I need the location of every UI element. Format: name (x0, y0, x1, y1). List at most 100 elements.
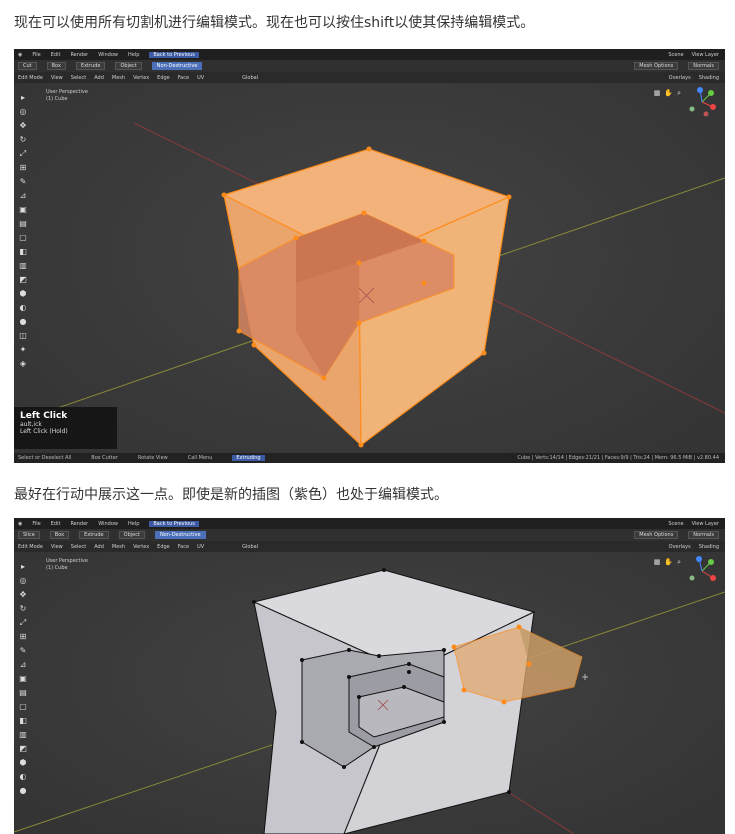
mesh-options-dropdown[interactable]: Mesh Options (634, 531, 679, 539)
header-menu-select[interactable]: Select (71, 544, 86, 550)
scene-selector[interactable]: Scene (668, 521, 683, 527)
non-destructive-dropdown[interactable]: Non-Destructive (154, 531, 206, 539)
spin-tool-icon[interactable]: ◐ (18, 772, 28, 782)
shear-tool-icon[interactable]: ✦ (18, 345, 28, 355)
header-menu-add[interactable]: Add (94, 544, 104, 550)
menu-render[interactable]: Render (70, 521, 88, 527)
menu-file[interactable]: File (32, 52, 40, 58)
menu-window[interactable]: Window (98, 521, 118, 527)
select-tool-icon[interactable]: ▸ (18, 93, 28, 103)
header-menu-add[interactable]: Add (94, 75, 104, 81)
back-to-previous-button[interactable]: Back to Previous (149, 51, 199, 58)
mode-dropdown[interactable]: Edit Mode (18, 75, 43, 81)
shading-dropdown[interactable]: Shading (699, 75, 719, 81)
normals-dropdown[interactable]: Normals (688, 531, 719, 539)
header-menu-select[interactable]: Select (71, 75, 86, 81)
hand-pan-icon[interactable]: ✋ (664, 558, 673, 567)
mode-dropdown[interactable]: Edit Mode (18, 544, 43, 550)
back-to-previous-button[interactable]: Back to Previous (149, 520, 199, 527)
move-tool-icon[interactable]: ✥ (18, 590, 28, 600)
box-shape-dropdown[interactable]: Box (46, 62, 66, 70)
navigation-gizmo-icon[interactable] (687, 556, 717, 586)
3d-viewport[interactable]: ▸ ◎ ✥ ↻ ⤢ ⊞ ✎ ⊿ ▣ ▤ ▢ ◧ ▥ ◩ ⬢ ◐ ● ◫ ✦ ◈ … (14, 83, 725, 463)
scale-tool-icon[interactable]: ⤢ (18, 618, 28, 628)
mesh-options-dropdown[interactable]: Mesh Options (634, 62, 679, 70)
menu-help[interactable]: Help (128, 52, 139, 58)
overlays-dropdown[interactable]: Overlays (669, 544, 691, 550)
header-menu-view[interactable]: View (51, 75, 63, 81)
rip-tool-icon[interactable]: ◈ (18, 359, 28, 369)
rotate-tool-icon[interactable]: ↻ (18, 135, 28, 145)
measure-tool-icon[interactable]: ⊿ (18, 660, 28, 670)
slice-mode-dropdown[interactable]: Slice (18, 531, 40, 539)
extrude-tool-icon[interactable]: ▤ (18, 688, 28, 698)
menu-edit[interactable]: Edit (51, 52, 61, 58)
menu-help[interactable]: Help (128, 521, 139, 527)
shrink-tool-icon[interactable]: ◫ (18, 331, 28, 341)
scale-tool-icon[interactable]: ⤢ (18, 149, 28, 159)
hand-pan-icon[interactable]: ✋ (664, 89, 673, 98)
header-menu-vertex[interactable]: Vertex (133, 75, 149, 81)
box-shape-dropdown[interactable]: Box (49, 531, 70, 539)
menu-file[interactable]: File (32, 521, 40, 527)
camera-icon[interactable]: ▦ (654, 89, 661, 98)
header-menu-face[interactable]: Face (178, 544, 189, 550)
extrude-dropdown[interactable]: Extrude (79, 531, 109, 539)
cut-mode-dropdown[interactable]: Cut (18, 62, 37, 70)
header-menu-face[interactable]: Face (178, 75, 189, 81)
header-menu-uv[interactable]: UV (197, 544, 204, 550)
navigation-gizmo-icon[interactable] (687, 87, 717, 117)
spin-tool-icon[interactable]: ◐ (18, 303, 28, 313)
measure-tool-icon[interactable]: ⊿ (18, 191, 28, 201)
header-menu-edge[interactable]: Edge (157, 544, 170, 550)
loop-cut-tool-icon[interactable]: ▥ (18, 730, 28, 740)
move-tool-icon[interactable]: ✥ (18, 121, 28, 131)
annotate-tool-icon[interactable]: ✎ (18, 177, 28, 187)
camera-icon[interactable]: ▦ (654, 558, 661, 567)
menu-render[interactable]: Render (70, 52, 88, 58)
scene-selector[interactable]: Scene (668, 52, 683, 58)
poly-build-tool-icon[interactable]: ⬢ (18, 289, 28, 299)
annotate-tool-icon[interactable]: ✎ (18, 646, 28, 656)
header-menu-vertex[interactable]: Vertex (133, 544, 149, 550)
header-menu-mesh[interactable]: Mesh (112, 544, 125, 550)
header-menu-mesh[interactable]: Mesh (112, 75, 125, 81)
rotate-tool-icon[interactable]: ↻ (18, 604, 28, 614)
transform-orientation-dropdown[interactable]: Global (242, 75, 258, 81)
3d-viewport-2[interactable]: ▸ ◎ ✥ ↻ ⤢ ⊞ ✎ ⊿ ▣ ▤ ▢ ◧ ▥ ◩ ⬢ ◐ ● User P… (14, 552, 725, 834)
view-layer-selector[interactable]: View Layer (692, 52, 719, 58)
transform-orientation-dropdown[interactable]: Global (242, 544, 258, 550)
object-dropdown[interactable]: Object (118, 531, 145, 539)
bevel-tool-icon[interactable]: ◧ (18, 716, 28, 726)
add-cube-tool-icon[interactable]: ▣ (18, 205, 28, 215)
zoom-icon[interactable]: ⌕ (677, 89, 681, 98)
non-destructive-dropdown[interactable]: Non-Destructive (151, 62, 203, 70)
view-layer-selector[interactable]: View Layer (692, 521, 719, 527)
normals-dropdown[interactable]: Normals (688, 62, 719, 70)
header-menu-view[interactable]: View (51, 544, 63, 550)
object-dropdown[interactable]: Object (115, 62, 142, 70)
smooth-tool-icon[interactable]: ● (18, 317, 28, 327)
cursor-tool-icon[interactable]: ◎ (18, 107, 28, 117)
inset-tool-icon[interactable]: ▢ (18, 233, 28, 243)
extrude-dropdown[interactable]: Extrude (75, 62, 106, 70)
overlays-dropdown[interactable]: Overlays (669, 75, 691, 81)
shading-dropdown[interactable]: Shading (699, 544, 719, 550)
knife-tool-icon[interactable]: ◩ (18, 744, 28, 754)
menu-edit[interactable]: Edit (51, 521, 61, 527)
add-cube-tool-icon[interactable]: ▣ (18, 674, 28, 684)
loop-cut-tool-icon[interactable]: ▥ (18, 261, 28, 271)
smooth-tool-icon[interactable]: ● (18, 786, 28, 796)
knife-tool-icon[interactable]: ◩ (18, 275, 28, 285)
transform-tool-icon[interactable]: ⊞ (18, 632, 28, 642)
menu-window[interactable]: Window (98, 52, 118, 58)
bevel-tool-icon[interactable]: ◧ (18, 247, 28, 257)
inset-tool-icon[interactable]: ▢ (18, 702, 28, 712)
transform-tool-icon[interactable]: ⊞ (18, 163, 28, 173)
poly-build-tool-icon[interactable]: ⬢ (18, 758, 28, 768)
header-menu-edge[interactable]: Edge (157, 75, 170, 81)
zoom-icon[interactable]: ⌕ (677, 558, 681, 567)
extrude-tool-icon[interactable]: ▤ (18, 219, 28, 229)
cursor-tool-icon[interactable]: ◎ (18, 576, 28, 586)
select-tool-icon[interactable]: ▸ (18, 562, 28, 572)
